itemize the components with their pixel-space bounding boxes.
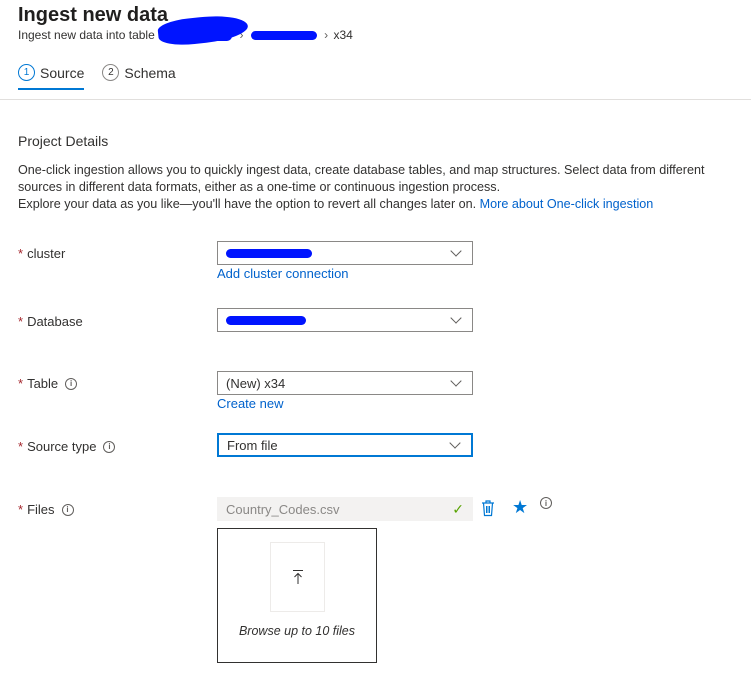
source-type-label: * Source type i (18, 439, 116, 454)
chevron-down-icon (450, 244, 462, 257)
table-select-value: (New) x34 (226, 375, 286, 391)
redacted-database (250, 31, 317, 41)
source-type-label-text: Source type (27, 439, 97, 454)
info-icon[interactable]: i (61, 503, 74, 516)
table-label-text: Table (27, 376, 59, 391)
step-number: 1 (18, 64, 35, 81)
source-type-select[interactable]: From file (217, 433, 473, 457)
create-new-table-link[interactable]: Create new (217, 396, 283, 411)
info-icon[interactable]: i (103, 440, 116, 453)
star-icon[interactable]: ★ (512, 498, 528, 516)
required-marker: * (18, 439, 24, 454)
database-label: * Database (18, 314, 83, 329)
chevron-down-icon (450, 311, 462, 324)
breadcrumb-table: x34 (333, 28, 353, 42)
section-title: Project Details (18, 133, 109, 149)
tab-schema[interactable]: 2 Schema (102, 64, 176, 90)
browse-files-text: Browse up to 10 files (238, 624, 356, 638)
cluster-label-text: cluster (27, 246, 66, 261)
selected-file-name: Country_Codes.csv (226, 501, 340, 517)
files-label: * Files i (18, 502, 74, 517)
database-select[interactable] (217, 308, 473, 332)
redacted-cluster-value (226, 248, 312, 258)
tab-label: Source (40, 64, 85, 81)
files-label-text: Files (27, 502, 55, 517)
cluster-label: * cluster (18, 246, 65, 261)
breadcrumb-prefix: Ingest new data into table (18, 28, 155, 42)
wizard-tabs: 1 Source 2 Schema (18, 64, 176, 90)
step-number: 2 (102, 64, 120, 81)
source-type-select-value: From file (227, 437, 278, 453)
redaction-mark (156, 12, 250, 48)
required-marker: * (18, 502, 24, 517)
required-marker: * (18, 376, 24, 391)
upload-icon (292, 570, 303, 584)
tab-label: Schema (124, 64, 176, 81)
info-icon[interactable]: i (540, 497, 552, 509)
trash-icon[interactable] (480, 499, 496, 517)
database-label-text: Database (27, 314, 83, 329)
add-cluster-connection-link[interactable]: Add cluster connection (217, 266, 349, 281)
info-icon[interactable]: i (65, 377, 78, 390)
required-marker: * (18, 246, 24, 261)
more-info-link[interactable]: More about One-click ingestion (480, 197, 654, 211)
file-dropzone[interactable]: Browse up to 10 files (217, 528, 377, 663)
chevron-down-icon (449, 436, 461, 449)
tab-source[interactable]: 1 Source (18, 64, 85, 90)
description-line-2: Explore your data as you like—you'll hav… (18, 197, 477, 211)
table-select[interactable]: (New) x34 (217, 371, 473, 395)
header-divider (0, 99, 751, 100)
cluster-select[interactable] (217, 241, 473, 265)
checkmark-icon: ✓ (452, 500, 464, 517)
selected-file-field: Country_Codes.csv ✓ (217, 497, 473, 521)
table-label: * Table i (18, 376, 78, 391)
upload-button[interactable] (270, 542, 325, 612)
section-description: One-click ingestion allows you to quickl… (18, 162, 738, 213)
required-marker: * (18, 314, 24, 329)
redacted-database-value (226, 315, 306, 325)
description-line-1: One-click ingestion allows you to quickl… (18, 163, 705, 194)
page-title: Ingest new data (18, 4, 169, 26)
breadcrumb-separator: › (324, 28, 329, 42)
chevron-down-icon (450, 374, 462, 387)
